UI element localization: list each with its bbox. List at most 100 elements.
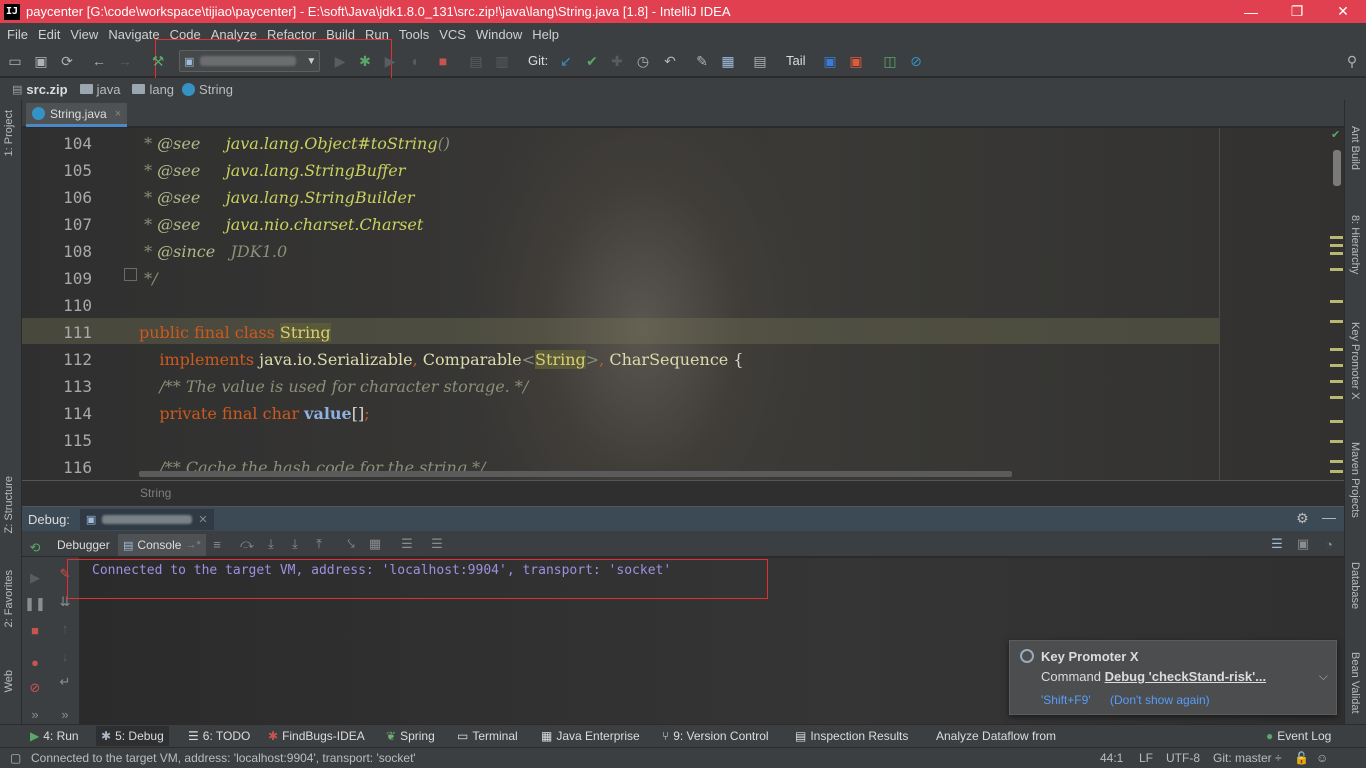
attach-icon[interactable]: ▤: [466, 51, 486, 71]
open-folder-icon[interactable]: ▭: [5, 51, 25, 71]
run-icon[interactable]: ▶: [330, 51, 350, 71]
status-toggle-icon[interactable]: ▢: [10, 751, 21, 765]
run-to-cursor-icon[interactable]: ⤥: [342, 535, 360, 553]
breadcrumb-src-zip[interactable]: ▤ src.zip: [12, 82, 68, 97]
more-icon[interactable]: »: [56, 705, 74, 723]
breadcrumb-lang[interactable]: lang: [128, 82, 174, 97]
tool-version-control[interactable]: ⑂ 9: Version Control: [662, 729, 769, 743]
git-branch[interactable]: Git: master ÷: [1213, 751, 1282, 765]
menu-tools[interactable]: Tools: [394, 27, 434, 42]
forward-arrow-icon[interactable]: →: [115, 51, 135, 71]
gear-icon[interactable]: ⚙: [1296, 510, 1309, 527]
file-encoding[interactable]: UTF-8: [1166, 751, 1200, 765]
close-tab-icon[interactable]: ×: [115, 108, 121, 120]
tool-terminal[interactable]: ▭ Terminal: [457, 729, 518, 743]
line-separator[interactable]: LF: [1139, 751, 1153, 765]
tool-spring[interactable]: ❦ Spring: [386, 729, 435, 743]
overhead-icon[interactable]: ◔: [1320, 535, 1338, 553]
tool-ant-build[interactable]: Ant Build: [1349, 126, 1361, 170]
restore-icon[interactable]: ❐: [1274, 0, 1320, 23]
resume-icon[interactable]: ▶: [26, 569, 44, 587]
statistic-icon[interactable]: ◫: [880, 51, 900, 71]
horizontal-scrollbar[interactable]: [139, 471, 1012, 477]
debug-session-tab[interactable]: ▣ ✕: [79, 508, 214, 530]
more-icon[interactable]: »: [26, 705, 44, 723]
step-out-icon[interactable]: ⤒: [310, 535, 328, 553]
tool-findbugs[interactable]: ✱ FindBugs-IDEA: [268, 729, 365, 743]
inspection-ok-icon[interactable]: ✔: [1331, 128, 1343, 141]
tool-favorites[interactable]: 2: Favorites: [3, 570, 15, 627]
tail-button[interactable]: Tail: [786, 53, 806, 68]
restore-layout-icon[interactable]: ▣: [1294, 535, 1312, 553]
tool-structure[interactable]: Z: Structure: [3, 476, 15, 533]
menu-window[interactable]: Window: [471, 27, 527, 42]
vertical-scrollbar[interactable]: [1333, 150, 1341, 186]
git-commit-icon[interactable]: ✔: [582, 51, 602, 71]
tab-debugger[interactable]: Debugger: [57, 534, 110, 556]
fold-icon[interactable]: [124, 268, 137, 281]
chevron-down-icon[interactable]: ⌵: [1319, 669, 1328, 684]
git-update-icon[interactable]: ↙: [556, 51, 576, 71]
evaluate-icon[interactable]: ▦: [366, 535, 384, 553]
dont-show-again-link[interactable]: (Don't show again): [1110, 693, 1210, 707]
history-icon[interactable]: ◷: [633, 51, 653, 71]
close-icon[interactable]: ✕: [1320, 0, 1366, 23]
step-over-icon[interactable]: ⤼: [238, 535, 256, 553]
tool-database[interactable]: Database: [1349, 562, 1361, 609]
revert-icon[interactable]: ↶: [660, 51, 680, 71]
soft-wrap-icon[interactable]: ↵: [56, 673, 74, 691]
tool-event-log[interactable]: ● Event Log: [1266, 729, 1331, 743]
code-editor[interactable]: 104 105 106 107 108 109 110 111 112 113 …: [22, 128, 1344, 480]
tool-debug[interactable]: ✱ 5: Debug: [96, 726, 169, 746]
down-icon[interactable]: ↓: [56, 647, 74, 665]
breadcrumb-java[interactable]: java: [76, 82, 120, 97]
frames-icon[interactable]: ☰: [398, 535, 416, 553]
tool-analyze-dataflow[interactable]: Analyze Dataflow from: [936, 729, 1056, 743]
tool-project[interactable]: 1: Project: [3, 110, 15, 156]
minimize-icon[interactable]: —: [1228, 0, 1274, 23]
terminal-icon[interactable]: ▤: [750, 51, 770, 71]
save-icon[interactable]: ▣: [31, 51, 51, 71]
run-configuration-select[interactable]: ▣ ▼: [179, 50, 320, 72]
debug-bug-icon[interactable]: ✱: [355, 51, 375, 71]
breadcrumb-string[interactable]: String: [182, 82, 233, 97]
tool-key-promoter[interactable]: Key Promoter X: [1349, 322, 1361, 400]
sync-icon[interactable]: ⟳: [57, 51, 77, 71]
stop-icon[interactable]: ■: [26, 621, 44, 639]
coverage-icon[interactable]: ▶: [380, 51, 400, 71]
sdk-icon[interactable]: ▥: [492, 51, 512, 71]
up-icon[interactable]: ↑: [56, 619, 74, 637]
disable-icon[interactable]: ⊘: [906, 51, 926, 71]
tool-web[interactable]: Web: [3, 670, 15, 692]
rerun-icon[interactable]: ⟲: [26, 539, 44, 557]
back-arrow-icon[interactable]: ←: [89, 51, 109, 71]
view-breakpoints-icon[interactable]: ●: [26, 653, 44, 671]
show-execution-point-icon[interactable]: ≡: [208, 535, 226, 553]
tool-inspection-results[interactable]: ▤ Inspection Results: [795, 729, 908, 743]
profile-icon[interactable]: ◐: [406, 51, 426, 71]
stop-icon[interactable]: ■: [433, 51, 453, 71]
project-structure-icon[interactable]: ▦: [718, 51, 738, 71]
close-session-icon[interactable]: ✕: [198, 513, 207, 526]
search-icon[interactable]: ⚲: [1342, 51, 1362, 71]
force-step-into-icon[interactable]: ⤓: [286, 535, 304, 553]
tool-run[interactable]: ▶ 4: Run: [30, 729, 79, 743]
git-compare-icon[interactable]: ✚: [607, 51, 627, 71]
tool-todo[interactable]: ☰ 6: TODO: [188, 729, 250, 743]
hide-panel-icon[interactable]: —: [1322, 509, 1336, 525]
step-into-icon[interactable]: ⤓: [262, 535, 280, 553]
tool-maven-projects[interactable]: Maven Projects: [1349, 442, 1361, 518]
threads-icon[interactable]: ☰: [428, 535, 446, 553]
tool-bean-validation[interactable]: Bean Validat: [1349, 652, 1361, 714]
pause-icon[interactable]: ❚❚: [24, 595, 46, 613]
settings-wrench-icon[interactable]: ✎: [692, 51, 712, 71]
tab-console[interactable]: ▤ Console →*: [118, 534, 206, 556]
tab-string-java[interactable]: String.java ×: [26, 103, 128, 127]
menu-view[interactable]: View: [65, 27, 103, 42]
translate-alt-icon[interactable]: ▣: [846, 51, 866, 71]
code-breadcrumb[interactable]: String: [140, 486, 171, 500]
inspector-icon[interactable]: ☺: [1316, 751, 1328, 765]
layout-icon[interactable]: ☰: [1268, 535, 1286, 553]
menu-vcs[interactable]: VCS: [434, 27, 471, 42]
mute-breakpoints-icon[interactable]: ⊘: [26, 679, 44, 697]
